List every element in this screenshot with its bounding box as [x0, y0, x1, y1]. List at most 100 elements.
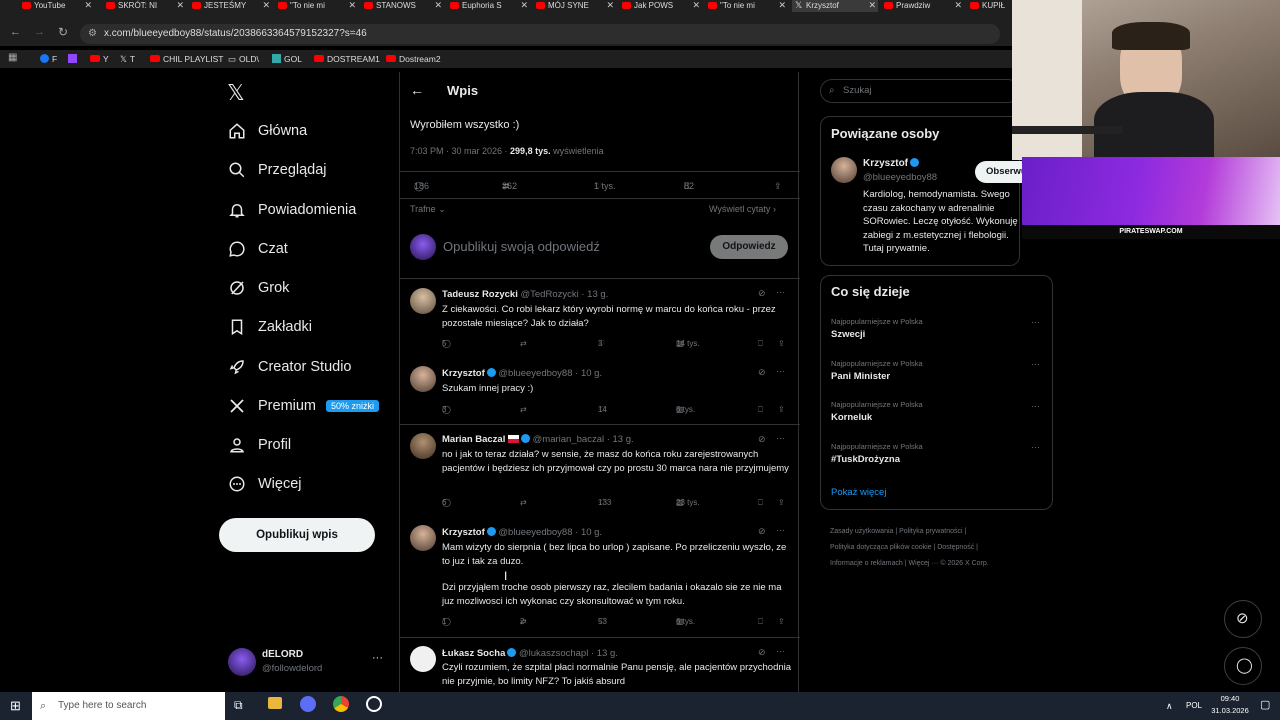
more-icon[interactable]: ···	[1031, 401, 1040, 411]
post-time[interactable]: 7:03 PM · 30 mar 2026 ·	[410, 146, 510, 156]
share-icon[interactable]: ⇪	[778, 405, 785, 414]
grok-icon[interactable]: ⊘	[758, 526, 766, 537]
search-input[interactable]: ⌕ Szukaj	[820, 79, 1020, 103]
avatar[interactable]	[831, 157, 857, 183]
bookmark-icon[interactable]: ⎕	[758, 498, 763, 508]
chrome-icon[interactable]	[333, 696, 349, 712]
grok-icon[interactable]: ⊘	[758, 367, 766, 378]
bookmark-item[interactable]	[68, 54, 77, 64]
file-explorer-icon[interactable]	[268, 697, 282, 709]
bookmark-item[interactable]: 𝕏T	[120, 54, 135, 65]
browser-tab[interactable]: MÓJ SYNE ✕	[534, 0, 616, 12]
show-more-link[interactable]: Pokaż więcej	[831, 487, 886, 498]
bookmark-folder[interactable]: ▭ OLD\	[228, 54, 259, 65]
task-view-icon[interactable]: ⧉	[234, 698, 243, 713]
bookmark-item[interactable]: Y	[90, 54, 109, 64]
clock-time[interactable]: 09:40	[1209, 694, 1251, 703]
sidebar-item-grok[interactable]: Grok	[228, 276, 289, 300]
browser-tab[interactable]: JESTEŚMY ✕	[190, 0, 272, 12]
bookmark-icon[interactable]: ⎕	[758, 617, 763, 627]
share-icon[interactable]: ⇪	[778, 617, 785, 626]
reply-author-name[interactable]: Krzysztof	[442, 527, 485, 538]
language-indicator[interactable]: POL	[1186, 701, 1202, 710]
sidebar-item-home[interactable]: Główna	[228, 119, 307, 143]
sidebar-item-more[interactable]: Więcej	[228, 472, 302, 496]
bookmark-item[interactable]: Dostream2	[386, 54, 441, 64]
browser-tab[interactable]: Prawdziw ✕	[882, 0, 964, 12]
reply-input[interactable]: Opublikuj swoją odpowiedź	[443, 239, 600, 254]
sort-dropdown[interactable]: Trafne ⌄	[410, 204, 446, 215]
view-quotes-link[interactable]: Wyświetl cytaty ›	[709, 204, 776, 214]
close-icon[interactable]: ✕	[778, 0, 786, 11]
x-logo-icon[interactable]: 𝕏	[227, 80, 245, 106]
bookmark-item[interactable]: F	[40, 54, 57, 64]
discord-icon[interactable]	[300, 696, 316, 712]
address-bar[interactable]: ⚙ x.com/blueeyedboy88/status/20386633645…	[80, 24, 1000, 44]
close-icon[interactable]: ✕	[692, 0, 700, 11]
close-icon[interactable]: ✕	[176, 0, 184, 11]
sidebar-item-premium[interactable]: Premium 50% zniżki	[228, 394, 380, 418]
reply-author-name[interactable]: Marian Baczal	[442, 434, 505, 445]
browser-tab[interactable]: SKRÓT: NI ✕	[104, 0, 186, 12]
site-info-icon[interactable]: ⚙	[88, 24, 97, 44]
reply-author-name[interactable]: Krzysztof	[442, 368, 485, 379]
post-button[interactable]: Opublikuj wpis	[219, 518, 375, 552]
browser-tab[interactable]: "To nie mi ✕	[706, 0, 788, 12]
footer-link[interactable]: Polityka dotycząca plików cookie | Dostę…	[830, 540, 989, 556]
more-icon[interactable]: ···	[1031, 359, 1040, 369]
notification-icon[interactable]: ▢	[1260, 698, 1270, 711]
reload-icon[interactable]: ↻	[58, 25, 68, 39]
sidebar-item-bookmarks[interactable]: Zakładki	[228, 315, 312, 339]
grok-floating-button[interactable]: ⊘	[1224, 600, 1262, 638]
grok-icon[interactable]: ⊘	[758, 647, 766, 658]
close-icon[interactable]: ✕	[434, 0, 442, 11]
footer-link[interactable]: Informacje o reklamach | Więcej ··· © 20…	[830, 556, 989, 572]
close-icon[interactable]: ✕	[348, 0, 356, 11]
more-icon[interactable]: ···	[776, 287, 785, 297]
back-icon[interactable]: ←	[10, 26, 21, 38]
grok-icon[interactable]: ⊘	[758, 288, 766, 299]
bookmark-item[interactable]: DOSTREAM1	[314, 54, 380, 64]
tray-chevron-icon[interactable]: ∧	[1166, 701, 1173, 712]
person-name[interactable]: Krzysztof	[863, 158, 920, 169]
account-switcher[interactable]: dELORD @followdelord ···	[226, 646, 396, 680]
close-icon[interactable]: ✕	[84, 0, 92, 11]
browser-tab[interactable]: STANOWS ✕	[362, 0, 444, 12]
sidebar-item-profile[interactable]: Profil	[228, 433, 291, 457]
windows-start-icon[interactable]: ⊞	[10, 698, 21, 714]
chat-floating-button[interactable]: ◯	[1224, 647, 1262, 685]
close-icon[interactable]: ✕	[262, 0, 270, 11]
grok-icon[interactable]: ⊘	[758, 434, 766, 445]
sidebar-item-chat[interactable]: Czat	[228, 237, 288, 261]
more-icon[interactable]: ···	[776, 366, 785, 376]
apps-grid-icon[interactable]: ▦	[8, 52, 17, 63]
close-icon[interactable]: ✕	[868, 0, 876, 11]
clock-date[interactable]: 31.03.2026	[1205, 706, 1255, 715]
sidebar-item-explore[interactable]: Przeglądaj	[228, 158, 327, 182]
close-icon[interactable]: ✕	[520, 0, 528, 11]
sidebar-item-notifications[interactable]: Powiadomienia	[228, 198, 356, 222]
browser-tab[interactable]: "To nie mi ✕	[276, 0, 358, 12]
sidebar-item-creator-studio[interactable]: Creator Studio	[228, 355, 352, 379]
reply-author-name[interactable]: Tadeusz Rozycki	[442, 289, 518, 300]
share-icon[interactable]: ⇪	[778, 339, 785, 348]
more-icon[interactable]: ···	[776, 525, 785, 535]
more-icon[interactable]: ···	[776, 646, 785, 656]
bookmark-item[interactable]: GOL	[272, 54, 302, 64]
close-icon[interactable]: ✕	[954, 0, 962, 11]
reply-author-name[interactable]: Łukasz Socha	[442, 648, 505, 659]
browser-tab[interactable]: KUPIŁ	[968, 0, 1012, 12]
bookmark-icon[interactable]: ⎕	[758, 339, 763, 349]
back-arrow-icon[interactable]: ←	[410, 82, 424, 98]
browser-tab[interactable]: Jak POWS ✕	[620, 0, 702, 12]
reply-submit-button[interactable]: Odpowiedz	[710, 235, 788, 259]
browser-tab[interactable]: YouTube ✕	[20, 0, 94, 12]
close-icon[interactable]: ✕	[606, 0, 614, 11]
browser-tab[interactable]: Euphoria S ✕	[448, 0, 530, 12]
more-icon[interactable]: ···	[1031, 442, 1040, 452]
more-icon[interactable]: ···	[776, 433, 785, 443]
share-icon[interactable]: ⇪	[774, 181, 782, 192]
forward-icon[interactable]: →	[34, 26, 45, 38]
bookmark-item[interactable]: CHIL PLAYLIST	[150, 54, 223, 64]
taskbar-search[interactable]: ⌕ Type here to search	[32, 692, 225, 720]
